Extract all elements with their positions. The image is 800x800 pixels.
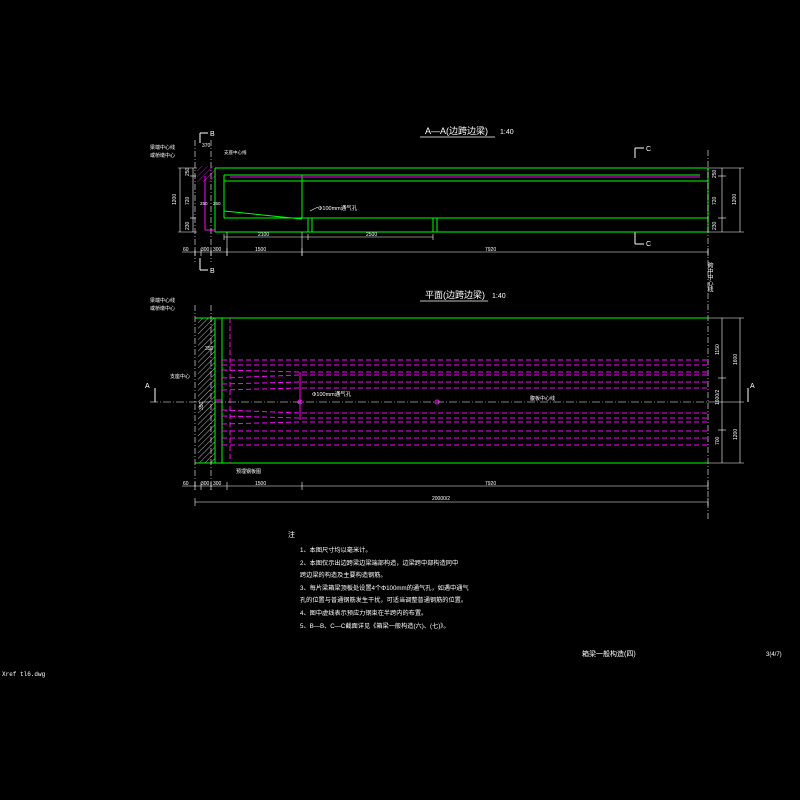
plan-tendons	[221, 318, 708, 463]
drawing-title: 箱梁一般构造(四)	[582, 649, 636, 658]
notes-line-2: 跨边梁的构造及主要构造钢筋。	[300, 571, 387, 579]
section-span-dims	[223, 234, 434, 240]
section-dim-right-a: 250	[712, 169, 718, 178]
section-title: A—A(边跨边梁)	[425, 125, 488, 136]
plan-centerline-label: 腹板中心线	[530, 395, 555, 402]
plan-dim-total: 20000/2	[432, 496, 450, 502]
section-dim-right-total: 1200	[732, 194, 738, 205]
plan-dim-row-1: 300	[201, 481, 210, 487]
section-dim-left-b: 720	[185, 196, 191, 205]
section-dim-left-total: 1200	[172, 194, 178, 205]
section-vent-label: Φ100mm通气孔	[318, 204, 358, 212]
plan-bearing-label: 支座中心	[170, 373, 190, 380]
notes-line-5: 4、图中虚线表示预应力钢束在半跨内的布置。	[300, 609, 427, 617]
section-dim-left-a: 250	[185, 167, 191, 176]
plan-dim-right-outer-b: 1200	[733, 429, 739, 440]
section-dim-right-b: 720	[712, 196, 718, 205]
plan-dim-right-b: 1600/2	[715, 389, 721, 405]
section-dim-row-0: 60	[183, 247, 189, 253]
plan-beam-outline	[195, 317, 708, 464]
notes-line-6: 5、B—B、C—C截面详见《箱梁一般构造(六)、(七)》。	[300, 622, 450, 630]
plan-dim-left-a: 350	[205, 346, 214, 352]
cut-b-top-label: B	[210, 131, 215, 138]
section-tendon-lines	[204, 176, 700, 231]
section-dim-top: 370	[202, 143, 211, 149]
plan-title: 平面(边跨边梁)	[425, 289, 485, 300]
section-dim-right-c: 230	[712, 221, 718, 230]
plan-cut-a-right: A	[750, 383, 755, 390]
plan-vent-label: Φ100mm通气孔	[312, 390, 352, 398]
section-dim-row-1: 300	[201, 247, 210, 253]
section-dim-row-4: 7920	[485, 247, 496, 253]
section-dim-span-b: 2500	[366, 232, 377, 238]
notes-line-0: 1、本图尺寸均以毫米计。	[300, 546, 372, 554]
plan-cut-a-left: A	[145, 383, 150, 390]
plan-dim-row-4: 7920	[485, 481, 496, 487]
plan-dim-row-3: 1500	[255, 481, 266, 487]
section-left-label-1: 梁端中心线	[150, 144, 175, 151]
plan-dim-right-a: 1150	[715, 344, 721, 355]
plan-scale: 1:40	[492, 293, 506, 300]
midspan-vert-label: 跨中中心线	[706, 261, 713, 292]
cad-drawing-canvas: A—A(边跨边梁) 1:40 梁端中心线 或桥墩中心 支座中心线 B B C C	[0, 0, 800, 800]
notes-block: 注 1、本图尺寸均以毫米计。 2、本图仅示出边跨梁边梁端部构造，边梁跨中部构造同…	[288, 530, 469, 630]
plan-dim-row-2: 300	[213, 481, 222, 487]
plan-end-hatch	[198, 318, 215, 463]
plan-left-label-2: 或桥墩中心	[150, 305, 175, 312]
notes-line-1: 2、本图仅示出边跨梁边梁端部构造，边梁跨中部构造同中	[300, 559, 458, 567]
plan-dim-row-0: 60	[183, 481, 189, 487]
section-dim-row-2: 300	[213, 247, 222, 253]
section-view: A—A(边跨边梁) 1:40 梁端中心线 或桥墩中心 支座中心线 B B C C	[150, 125, 744, 275]
section-beam-outline	[214, 167, 709, 233]
plan-left-label-1: 梁端中心线	[150, 297, 175, 304]
section-scale: 1:40	[500, 129, 514, 136]
cut-b-bottom-label: B	[210, 268, 215, 275]
section-dim-mid-a: 250	[200, 201, 208, 206]
plan-dim-right-outer-a: 1600	[733, 354, 739, 365]
xref-label: Xref tl6.dwg	[2, 671, 46, 678]
notes-line-4: 孔的位置与普通钢筋发生干扰，可适当调整普通钢筋的位置。	[300, 596, 467, 604]
notes-line-3: 3、每片梁箱梁顶板处设置4个Φ100mm的通气孔，如遇中通气	[300, 584, 469, 592]
plan-dim-left-b: 350	[199, 401, 205, 410]
section-dim-row-3: 1500	[255, 247, 266, 253]
section-dim-left-c: 230	[185, 221, 191, 230]
section-left-label-2: 或桥墩中心	[150, 152, 175, 159]
section-bearing-label: 支座中心线	[224, 149, 247, 156]
plan-bottom-label: 预埋钢板图	[236, 468, 261, 475]
drawing-svg: A—A(边跨边梁) 1:40 梁端中心线 或桥墩中心 支座中心线 B B C C	[2, 125, 782, 678]
plan-dim-right-c: 700	[715, 436, 721, 445]
cut-c-bottom-label: C	[646, 241, 651, 248]
notes-heading: 注	[288, 530, 295, 539]
section-dim-span-a: 2100	[258, 232, 269, 238]
plan-view: 平面(边跨边梁) 1:40 梁端中心线 或桥墩中心 支座中心 预埋钢板图 Φ10…	[145, 289, 755, 506]
sheet-number: 3(4/7)	[766, 652, 782, 658]
section-dim-mid-b: 250	[213, 201, 221, 206]
section-end-hatch	[197, 166, 215, 182]
cut-c-top-label: C	[646, 146, 651, 153]
plan-right-dims	[708, 317, 744, 464]
